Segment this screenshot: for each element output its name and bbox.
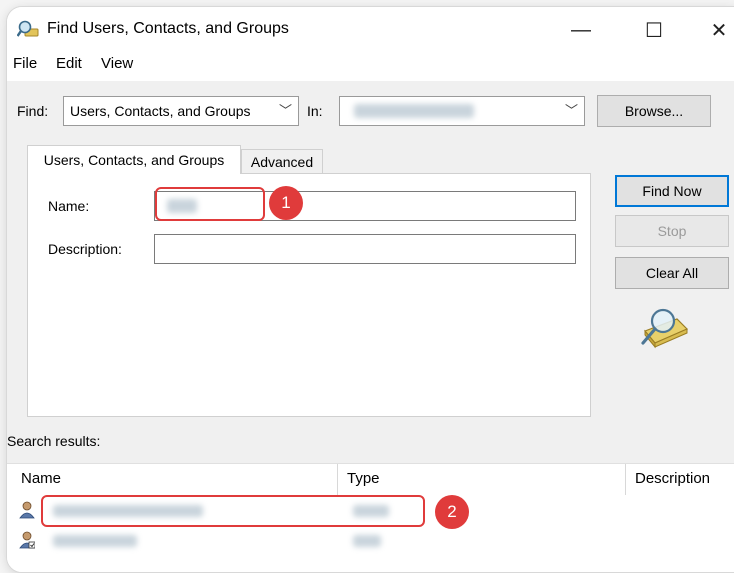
in-location-select[interactable]: ﹀: [339, 96, 585, 126]
tab-users-contacts-groups[interactable]: Users, Contacts, and Groups: [27, 145, 241, 174]
description-label: Description:: [48, 241, 122, 257]
column-description[interactable]: Description: [635, 470, 710, 487]
tab-panel: Name: Description:: [27, 173, 591, 417]
find-type-select[interactable]: Users, Contacts, and Groups ﹀: [63, 96, 299, 126]
magnifier-over-book-icon: [641, 308, 689, 349]
description-input[interactable]: [154, 234, 576, 264]
name-label: Name:: [48, 198, 90, 214]
menu-file[interactable]: File: [13, 55, 37, 72]
results-header: Name Type Description: [7, 463, 734, 497]
find-type-value: Users, Contacts, and Groups: [70, 103, 251, 119]
browse-button[interactable]: Browse...: [597, 95, 711, 127]
column-type[interactable]: Type: [347, 470, 380, 487]
search-results-label: Search results:: [7, 433, 101, 449]
tab-advanced[interactable]: Advanced: [241, 149, 323, 174]
maximize-button[interactable]: ☐: [632, 15, 676, 45]
search-magnifier-icon: [17, 20, 39, 37]
column-divider[interactable]: [337, 464, 338, 496]
close-button[interactable]: ✕: [697, 15, 734, 45]
minimize-button[interactable]: —: [559, 15, 603, 45]
callout-box-2: [41, 495, 425, 527]
callout-box-1: [155, 187, 265, 221]
table-row[interactable]: [7, 527, 734, 555]
user-icon: [19, 531, 35, 549]
menu-view[interactable]: View: [101, 55, 133, 72]
title-bar: Find Users, Contacts, and Groups — ☐ ✕: [7, 7, 734, 51]
clear-all-button[interactable]: Clear All: [615, 257, 729, 289]
window-title: Find Users, Contacts, and Groups: [47, 20, 289, 37]
column-name[interactable]: Name: [21, 470, 61, 487]
find-dialog-window: Find Users, Contacts, and Groups — ☐ ✕ F…: [6, 6, 734, 573]
redacted-user-name: [53, 535, 137, 547]
redacted-domain: [354, 104, 474, 118]
in-label: In:: [307, 103, 323, 119]
column-divider[interactable]: [625, 464, 626, 496]
chevron-down-icon: ﹀: [278, 103, 292, 118]
find-now-button[interactable]: Find Now: [615, 175, 729, 207]
user-icon: [19, 501, 35, 519]
find-label: Find:: [17, 103, 49, 119]
stop-button: Stop: [615, 215, 729, 247]
dialog-body: Find: Users, Contacts, and Groups ﹀ In: …: [7, 81, 734, 572]
callout-badge-2: 2: [435, 495, 469, 529]
menu-bar: File Edit View: [7, 51, 734, 77]
callout-badge-1: 1: [269, 186, 303, 220]
menu-edit[interactable]: Edit: [56, 55, 82, 72]
redacted-user-type: [353, 535, 381, 547]
chevron-down-icon: ﹀: [564, 103, 578, 118]
